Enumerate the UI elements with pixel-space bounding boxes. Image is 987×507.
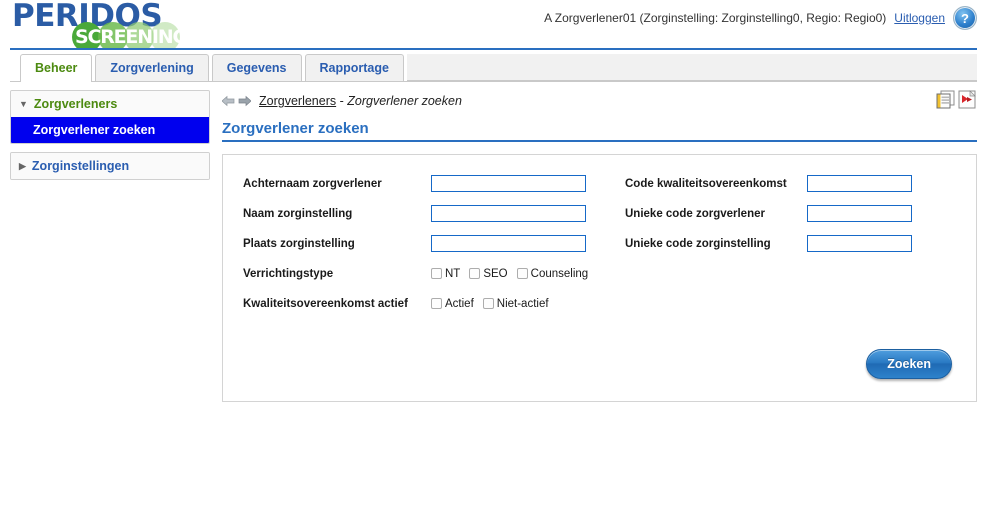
form-column-left: Achternaam zorgverlener Naam zorginstell… <box>243 173 613 323</box>
checkbox-group-kwaliteitsovereenkomst: Actief Niet-actief <box>431 298 549 310</box>
checkbox-box <box>431 298 442 309</box>
label-unieke-code-zorgverlener: Unieke code zorgverlener <box>625 207 765 220</box>
input-achternaam-zorgverlener[interactable] <box>431 175 586 192</box>
export-pdf-icon[interactable] <box>958 90 977 109</box>
search-button[interactable]: Zoeken <box>866 349 952 379</box>
help-icon[interactable]: ? <box>953 6 977 30</box>
user-bar: A Zorgverlener01 (Zorginstelling: Zorgin… <box>544 6 977 30</box>
checkbox-counseling[interactable]: Counseling <box>516 267 589 280</box>
breadcrumb-current: Zorgverlener zoeken <box>347 94 462 108</box>
breadcrumb-separator: - <box>339 94 344 108</box>
label-plaats-zorginstelling: Plaats zorginstelling <box>243 237 355 250</box>
label-verrichtingstype: Verrichtingstype <box>243 267 334 280</box>
tab-strip-filler <box>406 54 977 81</box>
label-naam-zorginstelling: Naam zorginstelling <box>243 207 353 220</box>
checkbox-box <box>431 268 442 279</box>
field-row-achternaam: Achternaam zorgverlener <box>243 173 613 194</box>
caret-down-icon: ▼ <box>19 98 28 109</box>
checkbox-niet-actief[interactable]: Niet-actief <box>482 297 549 310</box>
checkbox-box <box>482 298 494 309</box>
checkbox-label: Actief <box>445 297 474 310</box>
nav-header-label: Zorgverleners <box>33 97 118 111</box>
form-columns: Achternaam zorgverlener Naam zorginstell… <box>243 173 956 323</box>
tab-rapportage[interactable]: Rapportage <box>304 54 404 81</box>
form-column-right: Code kwaliteitsovereenkomst Unieke code … <box>613 173 956 323</box>
history-nav <box>221 95 252 107</box>
search-form-panel: Achternaam zorgverlener Naam zorginstell… <box>222 154 977 402</box>
checkbox-label: NT <box>445 267 461 280</box>
page-body: ▼ Zorgverleners Zorgverlener zoeken ▶ Zo… <box>10 82 977 402</box>
user-info-text: A Zorgverlener01 (Zorginstelling: Zorgin… <box>544 11 887 25</box>
caret-right-icon: ▶ <box>19 160 26 171</box>
label-code-kwaliteitsovereenkomst: Code kwaliteitsovereenkomst <box>625 177 787 190</box>
checkbox-actief[interactable]: Actief <box>431 298 474 310</box>
export-report-icon[interactable] <box>936 90 955 109</box>
checkbox-seo[interactable]: SEO <box>469 267 508 280</box>
checkbox-label: Niet-actief <box>496 297 549 310</box>
form-actions: Zoeken <box>243 349 956 379</box>
field-row-naam-zorginstelling: Naam zorginstelling <box>243 203 613 224</box>
nav-header-zorgverleners[interactable]: ▼ Zorgverleners <box>11 91 209 117</box>
checkbox-label: Counseling <box>530 267 589 280</box>
field-row-code-kwaliteitsovereenkomst: Code kwaliteitsovereenkomst <box>625 173 956 194</box>
sidebar-item-zorgverlener-zoeken[interactable]: Zorgverlener zoeken <box>11 117 209 143</box>
breadcrumb-link-zorgverleners[interactable]: Zorgverleners <box>259 94 336 108</box>
label-kwaliteitsovereenkomst-actief: Kwaliteitsovereenkomst actief <box>243 297 408 310</box>
input-code-kwaliteitsovereenkomst[interactable] <box>807 175 912 192</box>
field-row-unieke-code-zorgverlener: Unieke code zorgverlener <box>625 203 956 224</box>
forward-arrow-icon[interactable] <box>238 95 252 107</box>
nav-group-zorgverleners: ▼ Zorgverleners Zorgverlener zoeken <box>10 90 210 144</box>
label-unieke-code-zorginstelling: Unieke code zorginstelling <box>625 237 771 250</box>
field-row-plaats-zorginstelling: Plaats zorginstelling <box>243 233 613 254</box>
app-logo: PERIDOS SCREENING <box>12 0 232 52</box>
tab-gegevens[interactable]: Gegevens <box>211 54 302 81</box>
field-row-verrichtingstype: Verrichtingstype NT SEO Counseling <box>243 263 613 284</box>
logo-screening-text: SCREENING <box>75 26 188 48</box>
checkbox-box <box>469 268 481 279</box>
nav-header-zorginstellingen[interactable]: ▶ Zorginstellingen <box>11 153 209 179</box>
breadcrumb-text: Zorgverleners - Zorgverlener zoeken <box>259 94 462 108</box>
tab-strip-wrapper: Beheer Zorgverlening Gegevens Rapportage <box>10 48 977 82</box>
input-plaats-zorginstelling[interactable] <box>431 235 586 252</box>
input-naam-zorginstelling[interactable] <box>431 205 586 222</box>
logout-link[interactable]: Uitloggen <box>894 11 945 25</box>
field-row-kwaliteitsovereenkomst-actief: Kwaliteitsovereenkomst actief Actief Nie… <box>243 293 613 314</box>
label-achternaam-zorgverlener: Achternaam zorgverlener <box>243 177 382 190</box>
field-row-unieke-code-zorginstelling: Unieke code zorginstelling <box>625 233 956 254</box>
checkbox-group-verrichtingstype: NT SEO Counseling <box>431 268 588 280</box>
nav-header-label: Zorginstellingen <box>31 159 130 173</box>
tab-beheer[interactable]: Beheer <box>20 54 93 82</box>
sidebar: ▼ Zorgverleners Zorgverlener zoeken ▶ Zo… <box>10 90 210 402</box>
tab-zorgverlening[interactable]: Zorgverlening <box>95 54 209 81</box>
page-action-icons <box>936 90 977 109</box>
input-unieke-code-zorgverlener[interactable] <box>807 205 912 222</box>
app-header: PERIDOS SCREENING A Zorgverlener01 (Zorg… <box>0 0 987 52</box>
back-arrow-icon[interactable] <box>221 95 235 107</box>
checkbox-label: SEO <box>483 267 508 280</box>
nav-group-zorginstellingen: ▶ Zorginstellingen <box>10 152 210 180</box>
checkbox-box <box>516 268 528 279</box>
page-title: Zorgverlener zoeken <box>222 120 977 142</box>
checkbox-nt[interactable]: NT <box>431 268 460 280</box>
tab-strip: Beheer Zorgverlening Gegevens Rapportage <box>10 50 977 82</box>
content-area: Zorgverleners - Zorgverlener zoeken Zorg… <box>210 90 977 402</box>
breadcrumb: Zorgverleners - Zorgverlener zoeken <box>221 90 977 112</box>
input-unieke-code-zorginstelling[interactable] <box>807 235 912 252</box>
